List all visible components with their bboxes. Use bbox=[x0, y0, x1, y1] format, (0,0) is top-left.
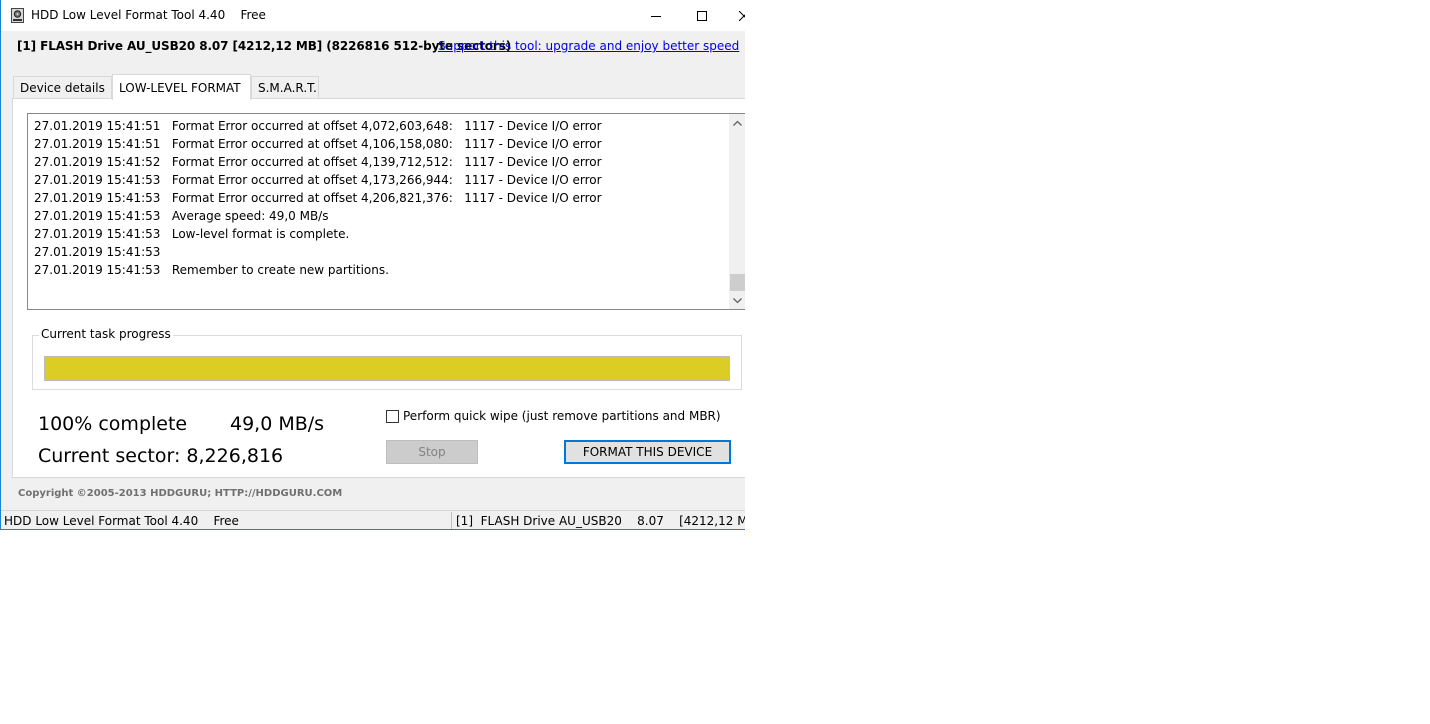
tab-smart[interactable]: S.M.A.R.T. bbox=[251, 76, 319, 98]
log-line: 27.01.2019 15:41:53 Low-level format is … bbox=[34, 227, 350, 241]
quick-wipe-option[interactable]: Perform quick wipe (just remove partitio… bbox=[386, 409, 721, 423]
log-listbox[interactable]: 27.01.2019 15:41:51 Format Error occurre… bbox=[27, 113, 745, 310]
minimize-button[interactable] bbox=[633, 0, 679, 31]
low-level-format-panel: 27.01.2019 15:41:51 Format Error occurre… bbox=[12, 98, 745, 478]
quick-wipe-checkbox[interactable] bbox=[386, 409, 399, 423]
support-link[interactable]: Support this tool: upgrade and enjoy bet… bbox=[438, 39, 739, 53]
progress-legend: Current task progress bbox=[39, 327, 173, 341]
progress-fill bbox=[45, 357, 729, 380]
log-line: 27.01.2019 15:41:53 Average speed: 49,0 … bbox=[34, 209, 329, 223]
window-title-label: HDD Low Level Format Tool 4.40 bbox=[31, 8, 226, 22]
tab-device-details[interactable]: Device details bbox=[13, 76, 112, 98]
scroll-up-button[interactable] bbox=[729, 114, 745, 131]
maximize-icon bbox=[697, 10, 707, 21]
progress-group: Current task progress bbox=[32, 327, 742, 390]
stop-button[interactable]: Stop bbox=[386, 440, 478, 464]
status-device-info: [1] FLASH Drive AU_USB20 8.07 [4212,12 M… bbox=[456, 514, 745, 528]
current-sector: Current sector: 8,226,816 bbox=[38, 445, 284, 467]
window-title: HDD Low Level Format Tool 4.40 Free bbox=[31, 8, 266, 22]
quick-wipe-label: Perform quick wipe (just remove partitio… bbox=[403, 409, 721, 423]
window-edition: Free bbox=[240, 8, 266, 22]
percent-complete: 100% complete bbox=[38, 413, 188, 435]
app-window: HDD Low Level Format Tool 4.40 Free [1] … bbox=[0, 0, 745, 530]
device-bar: [1] FLASH Drive AU_USB20 8.07 [4212,12 M… bbox=[1, 31, 745, 61]
close-icon bbox=[739, 10, 745, 21]
log-line: 27.01.2019 15:41:53 Format Error occurre… bbox=[34, 173, 602, 187]
log-line: 27.01.2019 15:41:53 Format Error occurre… bbox=[34, 191, 602, 205]
title-bar[interactable]: HDD Low Level Format Tool 4.40 Free bbox=[1, 0, 745, 31]
format-speed: 49,0 MB/s bbox=[230, 413, 325, 435]
scroll-thumb[interactable] bbox=[730, 274, 745, 291]
chevron-down-icon bbox=[733, 297, 742, 303]
hdd-icon bbox=[11, 8, 24, 23]
status-app-info: HDD Low Level Format Tool 4.40 Free bbox=[4, 514, 239, 528]
log-line: 27.01.2019 15:41:51 Format Error occurre… bbox=[34, 119, 602, 133]
log-line: 27.01.2019 15:41:53 bbox=[34, 245, 161, 259]
copyright-text: Copyright ©2005-2013 HDDGURU; HTTP://HDD… bbox=[18, 488, 343, 499]
log-line: 27.01.2019 15:41:53 Remember to create n… bbox=[34, 263, 389, 277]
progress-bar bbox=[44, 356, 730, 381]
log-line: 27.01.2019 15:41:51 Format Error occurre… bbox=[34, 137, 602, 151]
log-scrollbar[interactable] bbox=[729, 114, 745, 309]
log-lines: 27.01.2019 15:41:51 Format Error occurre… bbox=[34, 117, 724, 279]
status-separator bbox=[451, 512, 452, 529]
scroll-down-button[interactable] bbox=[729, 292, 745, 309]
log-line: 27.01.2019 15:41:52 Format Error occurre… bbox=[34, 155, 602, 169]
format-device-button[interactable]: FORMAT THIS DEVICE bbox=[564, 440, 731, 464]
maximize-button[interactable] bbox=[679, 0, 725, 31]
close-button[interactable] bbox=[725, 0, 745, 31]
tab-low-level-format[interactable]: LOW-LEVEL FORMAT bbox=[112, 74, 251, 100]
minimize-icon bbox=[651, 15, 661, 17]
chevron-up-icon bbox=[733, 120, 742, 126]
status-bar: HDD Low Level Format Tool 4.40 Free [1] … bbox=[1, 510, 745, 529]
